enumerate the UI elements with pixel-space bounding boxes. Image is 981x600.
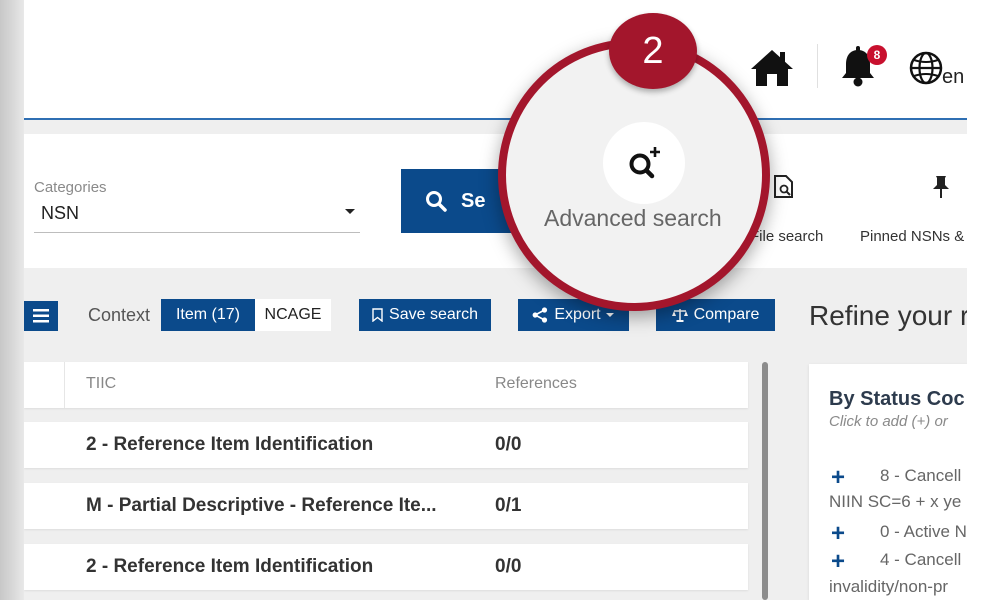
- advanced-search-button[interactable]: [603, 122, 685, 204]
- list-view-button[interactable]: [24, 301, 58, 331]
- categories-select[interactable]: NSN: [41, 203, 79, 224]
- save-search-button[interactable]: Save search: [359, 299, 491, 331]
- pinned-nsns-button[interactable]: Pinned NSNs &: [860, 228, 964, 245]
- file-search-icon: [774, 175, 793, 198]
- filter-option[interactable]: 0 - Active N: [880, 522, 967, 542]
- categories-label: Categories: [34, 179, 107, 196]
- table-header: TIIC References: [24, 362, 748, 408]
- table-row[interactable]: 2 - Reference Item Identification 0/0: [24, 544, 748, 590]
- add-filter-icon[interactable]: +: [831, 522, 845, 546]
- home-icon[interactable]: [748, 46, 796, 90]
- status-code-filter-card: By Status Coc Click to add (+) or + 8 - …: [809, 364, 967, 600]
- add-filter-icon[interactable]: +: [831, 550, 845, 574]
- globe-icon[interactable]: [908, 48, 944, 88]
- table-row[interactable]: 2 - Reference Item Identification 0/0: [24, 422, 748, 468]
- language-code[interactable]: en: [942, 66, 964, 89]
- caret-down-icon: [605, 313, 614, 317]
- search-button-label: Se: [461, 189, 486, 212]
- cell-references: 0/1: [495, 495, 522, 516]
- list-icon: [33, 309, 49, 323]
- export-label: Export: [554, 306, 601, 323]
- filter-card-title: By Status Coc: [829, 388, 965, 410]
- balance-scale-icon: [671, 309, 688, 322]
- file-search-button[interactable]: File search: [750, 228, 823, 245]
- share-icon: [532, 307, 548, 323]
- step-number-badge: 2: [609, 13, 697, 89]
- filter-option[interactable]: 4 - Cancell: [880, 550, 961, 570]
- filter-option-detail: invalidity/non-pr: [829, 577, 949, 596]
- column-header-tiic[interactable]: TIIC: [86, 375, 116, 393]
- table-scrollbar[interactable]: [762, 362, 768, 600]
- save-search-label: Save search: [389, 306, 478, 323]
- search-panel: Categories NSN Se File search Pinned NSN…: [24, 134, 967, 268]
- header-separator: [817, 44, 818, 88]
- left-window-edge: [0, 0, 24, 600]
- compare-label: Compare: [693, 306, 760, 323]
- dropdown-arrow-icon[interactable]: [344, 205, 356, 217]
- filter-option[interactable]: 8 - Cancell: [880, 466, 961, 486]
- search-icon: [426, 191, 447, 212]
- cell-references: 0/0: [495, 556, 522, 577]
- filter-card-hint: Click to add (+) or: [829, 413, 948, 430]
- filter-option-detail: NIIN SC=6 + x ye: [829, 492, 962, 511]
- categories-underline: [34, 232, 360, 233]
- column-header-references[interactable]: References: [495, 375, 577, 393]
- pin-icon: [933, 176, 949, 198]
- notification-badge: 8: [867, 45, 887, 65]
- cell-tiic: M - Partial Descriptive - Reference Ite.…: [86, 495, 437, 516]
- refine-results-title: Refine your r: [809, 300, 967, 331]
- column-divider: [64, 362, 65, 408]
- app-window: 8 en Categories NSN Se File search Pinne…: [24, 0, 967, 600]
- right-window-edge: [967, 0, 981, 600]
- cell-tiic: 2 - Reference Item Identification: [86, 556, 374, 577]
- table-row[interactable]: M - Partial Descriptive - Reference Ite.…: [24, 483, 748, 529]
- top-header: 8 en: [24, 0, 967, 120]
- tab-ncage[interactable]: NCAGE: [255, 299, 331, 331]
- context-label: Context: [88, 305, 151, 325]
- advanced-search-label[interactable]: Advanced search: [544, 205, 722, 232]
- cell-references: 0/0: [495, 434, 522, 455]
- search-plus-icon: [629, 147, 660, 179]
- bookmark-icon: [372, 308, 383, 322]
- tab-item[interactable]: Item (17): [161, 299, 255, 331]
- cell-tiic: 2 - Reference Item Identification: [86, 434, 374, 455]
- add-filter-icon[interactable]: +: [831, 466, 845, 490]
